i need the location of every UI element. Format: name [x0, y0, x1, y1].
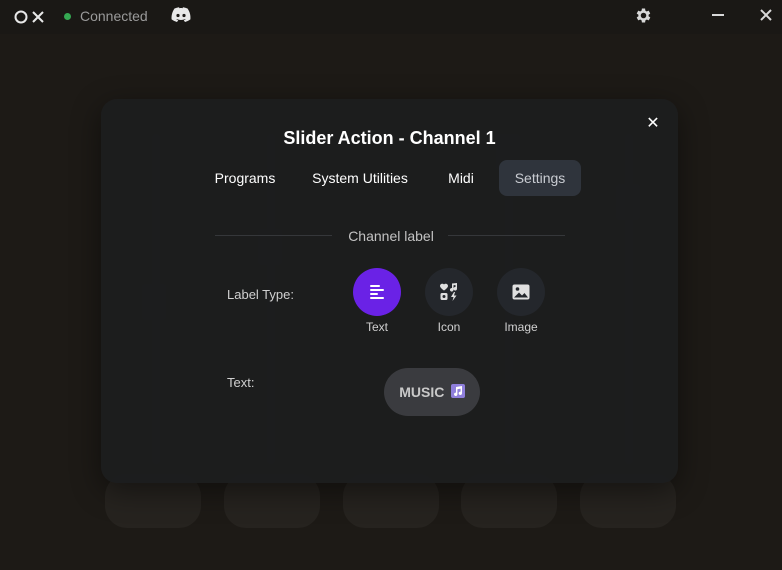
icon-shapes-icon: [440, 283, 458, 301]
tab-settings[interactable]: Settings: [499, 160, 581, 196]
title-bar: Connected: [0, 0, 782, 34]
label-type-image-button[interactable]: [497, 268, 545, 316]
tab-programs[interactable]: Programs: [205, 160, 285, 196]
section-divider: [448, 235, 565, 236]
label-type-icon-button[interactable]: [425, 268, 473, 316]
label-type-image-caption: Image: [504, 320, 538, 334]
label-text-input[interactable]: MUSIC: [384, 368, 480, 416]
text-align-icon: [370, 285, 384, 299]
label-type-text-button[interactable]: [353, 268, 401, 316]
slider-action-dialog: Slider Action - Channel 1 ✕ Programs Sys…: [101, 99, 678, 483]
label-type-icon-caption: Icon: [437, 320, 461, 334]
section-title: Channel label: [348, 228, 434, 244]
discord-icon[interactable]: [171, 7, 191, 23]
dialog-title: Slider Action - Channel 1: [283, 128, 496, 148]
image-icon: [512, 284, 530, 300]
connection-status-text: Connected: [80, 8, 148, 24]
text-field-label: Text:: [227, 375, 255, 390]
app-logo-icon: [14, 10, 44, 24]
connection-status-dot: [64, 13, 71, 20]
label-type-label: Label Type:: [227, 287, 294, 302]
label-text-value: MUSIC: [399, 384, 445, 400]
tab-midi[interactable]: Midi: [436, 160, 486, 196]
music-note-icon: [450, 384, 465, 399]
tab-system-utilities[interactable]: System Utilities: [304, 160, 416, 196]
section-divider: [215, 235, 332, 236]
minimize-icon[interactable]: [710, 6, 726, 24]
close-icon[interactable]: ✕: [645, 116, 661, 132]
tab-bar: Programs System Utilities Midi Settings: [101, 160, 678, 196]
gear-icon[interactable]: [634, 6, 653, 25]
close-window-icon[interactable]: [758, 6, 774, 24]
label-type-text-caption: Text: [365, 320, 388, 334]
